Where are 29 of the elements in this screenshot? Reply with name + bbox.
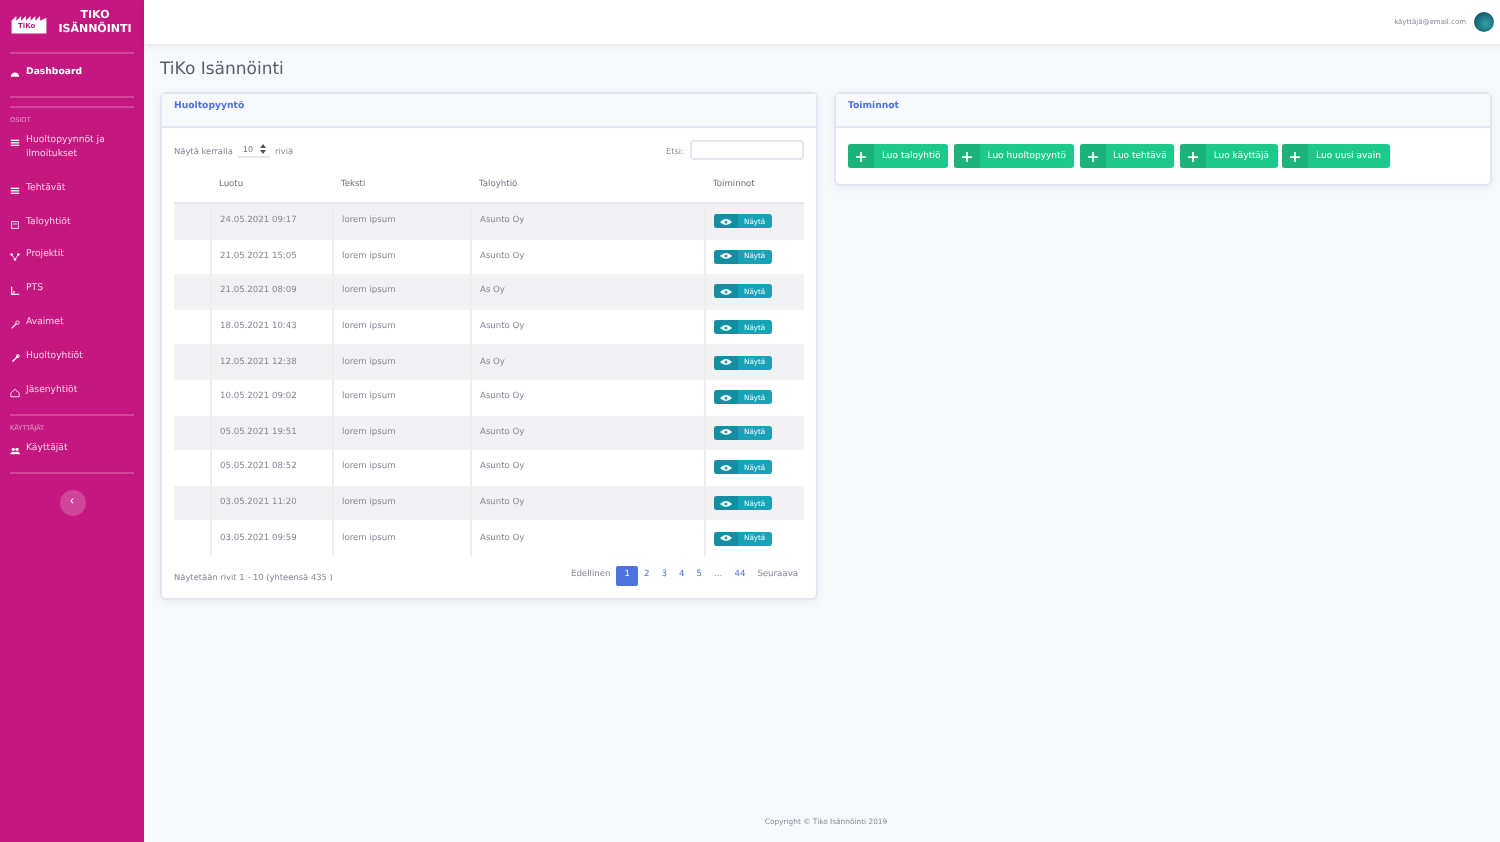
eye-icon — [714, 496, 738, 511]
nodes-icon — [10, 252, 20, 263]
key-icon — [10, 320, 20, 331]
eye-icon — [714, 249, 738, 264]
eye-icon — [714, 460, 738, 475]
users-icon — [10, 445, 20, 456]
page-title: TiKo Isännöinti — [160, 60, 286, 80]
search-field[interactable] — [690, 140, 804, 160]
plus-icon — [848, 144, 874, 168]
plus-icon — [1079, 144, 1106, 168]
eye-icon — [714, 214, 738, 229]
chart-icon — [10, 286, 20, 297]
list-icon — [10, 185, 20, 196]
house-icon — [10, 388, 20, 399]
plus-icon — [1282, 144, 1309, 168]
avatar-icon[interactable] — [1474, 12, 1494, 32]
plus-icon — [953, 144, 980, 168]
eye-icon — [714, 320, 738, 335]
eye-icon — [714, 425, 738, 440]
updown-icon — [259, 144, 265, 154]
eye-icon — [714, 390, 738, 405]
building-icon — [10, 219, 20, 230]
eye-icon — [714, 284, 738, 299]
eye-icon — [714, 531, 738, 546]
gauge-icon — [10, 70, 20, 80]
list-icon — [10, 137, 20, 148]
plus-icon — [1179, 144, 1206, 168]
eye-icon — [714, 355, 738, 370]
wrench-icon — [10, 354, 20, 365]
